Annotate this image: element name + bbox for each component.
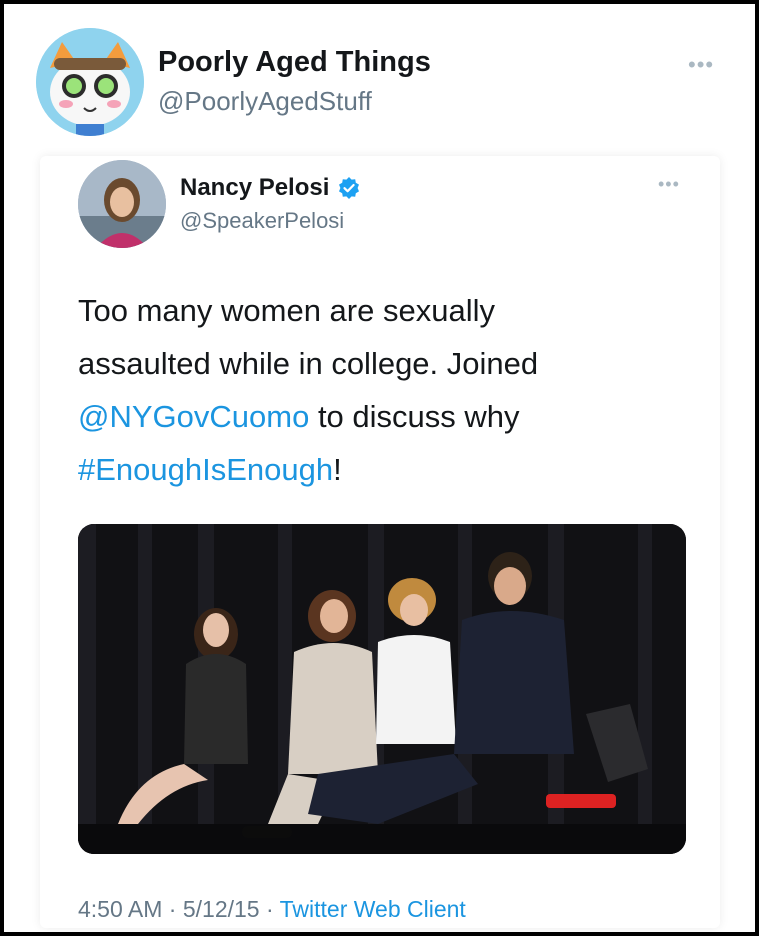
screenshot-frame: Poorly Aged Things @PoorlyAgedStuff ••• … bbox=[4, 4, 755, 932]
tweet-line-4-rest: ! bbox=[333, 452, 342, 487]
inner-avatar[interactable] bbox=[78, 160, 166, 248]
tweet-body: Too many women are sexually assaulted wh… bbox=[78, 284, 688, 496]
outer-avatar[interactable] bbox=[36, 28, 144, 136]
hashtag-link[interactable]: #EnoughIsEnough bbox=[78, 452, 333, 487]
tweet-photo[interactable] bbox=[78, 524, 686, 854]
meta-separator-2: · bbox=[259, 896, 280, 922]
outer-display-name[interactable]: Poorly Aged Things bbox=[158, 46, 431, 79]
outer-handle[interactable]: @PoorlyAgedStuff bbox=[158, 86, 372, 117]
tweet-client-link[interactable]: Twitter Web Client bbox=[280, 896, 466, 922]
tweet-time[interactable]: 4:50 AM bbox=[78, 896, 162, 922]
stage-photo-image bbox=[78, 524, 686, 854]
meta-separator-1: · bbox=[162, 896, 183, 922]
cartoon-cat-avatar-icon bbox=[36, 28, 144, 136]
tweet-line-3: @NYGovCuomo to discuss why bbox=[78, 390, 688, 443]
tweet-line-1: Too many women are sexually bbox=[78, 293, 495, 328]
tweet-metadata: 4:50 AM · 5/12/15 · Twitter Web Client bbox=[78, 896, 466, 923]
inner-display-name-text: Nancy Pelosi bbox=[180, 174, 330, 201]
tweet-line-4: #EnoughIsEnough! bbox=[78, 443, 688, 496]
verified-badge-icon bbox=[339, 177, 360, 199]
inner-display-name[interactable]: Nancy Pelosi bbox=[180, 174, 361, 202]
more-options-icon[interactable]: ••• bbox=[688, 52, 714, 78]
quoted-tweet-card[interactable]: Nancy Pelosi @SpeakerPelosi ••• Too many… bbox=[40, 156, 720, 928]
inner-more-options-icon[interactable]: ••• bbox=[658, 174, 680, 195]
tweet-date[interactable]: 5/12/15 bbox=[183, 896, 260, 922]
tweet-line-2: assaulted while in college. Joined bbox=[78, 346, 539, 381]
mention-link[interactable]: @NYGovCuomo bbox=[78, 399, 309, 434]
profile-photo-icon bbox=[78, 160, 166, 248]
inner-handle[interactable]: @SpeakerPelosi bbox=[180, 208, 344, 234]
tweet-line-3-rest: to discuss why bbox=[309, 399, 520, 434]
